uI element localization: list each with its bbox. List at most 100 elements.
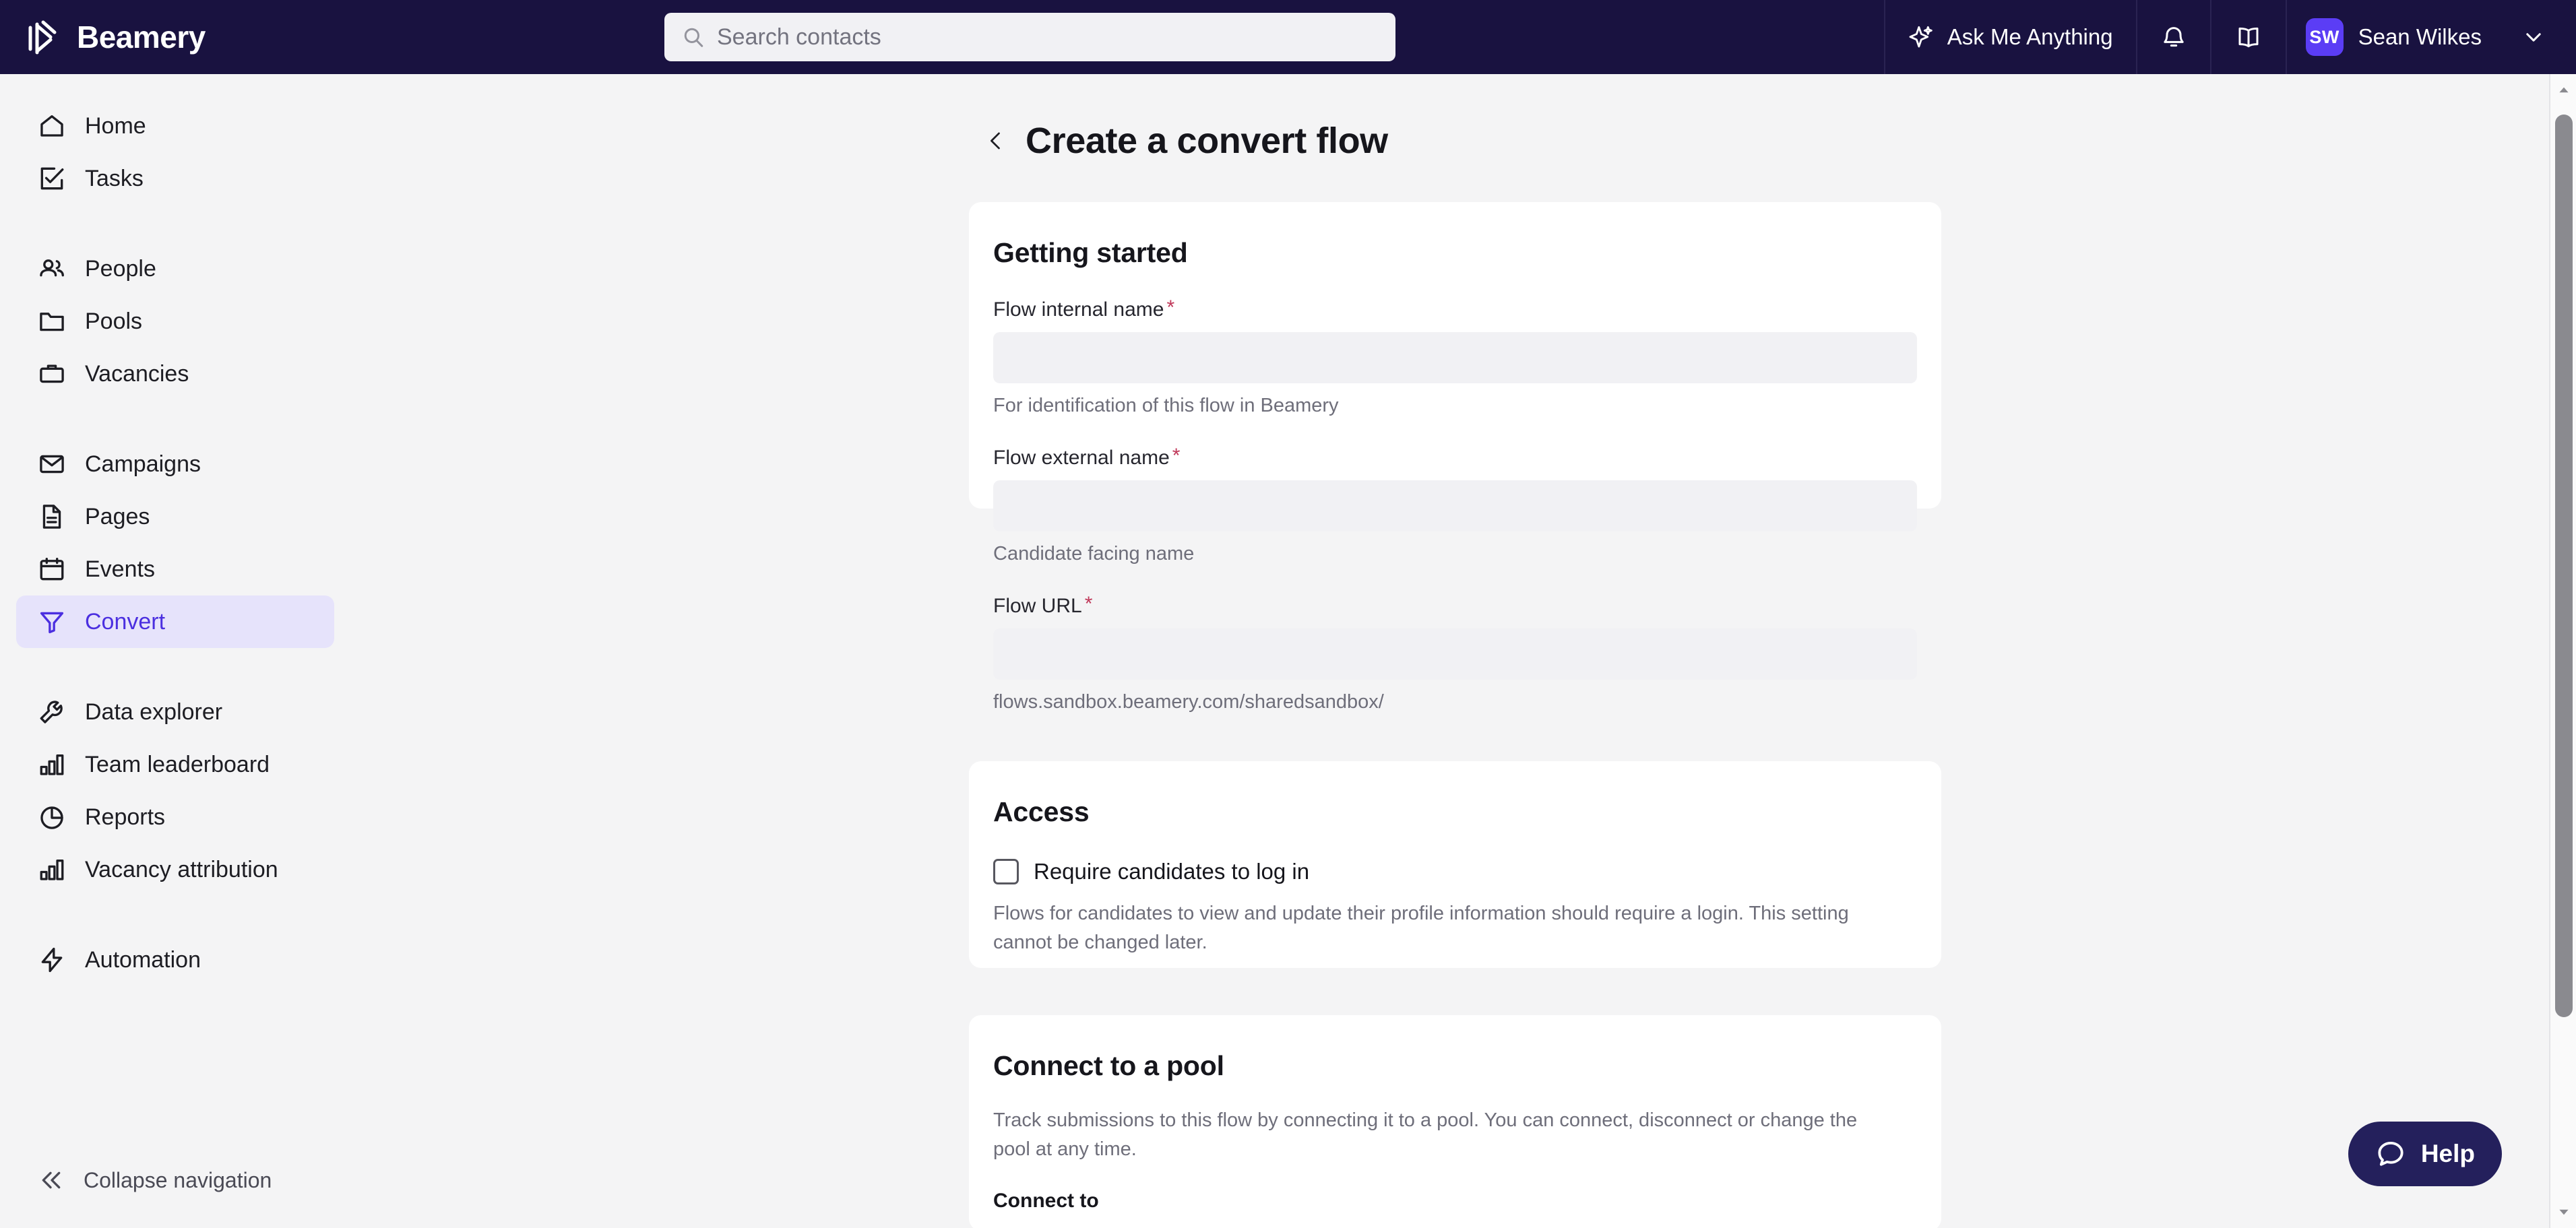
connect-to-pool-card: Connect to a pool Track submissions to t… [969,1015,1941,1228]
flow-external-name-input[interactable] [993,480,1917,531]
top-navigation-bar: Beamery Ask Me Anything [0,0,2576,74]
sidebar-item-label: Pools [85,308,143,334]
topbar-actions: Ask Me Anything SW Sean Wilkes [1883,0,2576,74]
sidebar-divider [0,400,350,438]
card-title-access: Access [993,796,1090,827]
collapse-navigation-label: Collapse navigation [84,1167,272,1192]
pie-chart-icon [38,803,66,831]
sidebar-divider [0,648,350,686]
sidebar-item-label: Data explorer [85,699,223,725]
book-icon [2234,24,2263,51]
field-flow-url: Flow URL * flows.sandbox.beamery.com/sha… [993,593,1917,713]
triangle-down-icon[interactable] [2550,1198,2576,1225]
sidebar-item-convert[interactable]: Convert [16,595,334,648]
card-title-connect-pool: Connect to a pool [993,1050,1224,1081]
sidebar-item-data-explorer[interactable]: Data explorer [16,686,334,738]
beamery-logo-icon [24,18,62,56]
getting-started-card: Getting started Flow internal name * For… [969,202,1941,713]
sidebar-item-pools[interactable]: Pools [16,295,334,348]
scrollbar-thumb[interactable] [2555,115,2573,1017]
wrench-icon [38,698,66,726]
vertical-scrollbar[interactable] [2549,74,2576,1228]
sidebar-item-reports[interactable]: Reports [16,791,334,843]
sidebar-item-automation[interactable]: Automation [16,934,334,986]
sidebar-divider [0,205,350,243]
search-input[interactable] [717,24,1378,51]
account-menu-toggle[interactable] [2502,0,2576,74]
sidebar-item-events[interactable]: Events [16,543,334,595]
field-label: Flow internal name * [993,296,1175,321]
briefcase-icon [38,360,66,388]
required-marker: * [1084,593,1093,615]
field-help-text: flows.sandbox.beamery.com/sharedsandbox/ [993,691,1384,713]
user-name: Sean Wilkes [2358,24,2482,49]
search-bar[interactable] [664,13,1395,61]
notifications-button[interactable] [2135,0,2210,74]
sidebar-item-label: People [85,255,156,282]
access-card: Access Require candidates to log in Flow… [969,761,1941,968]
sidebar-item-pages[interactable]: Pages [16,490,334,543]
page-title: Create a convert flow [1026,121,1388,161]
connect-pool-description: Track submissions to this flow by connec… [993,1109,1858,1160]
sidebar-item-team-leaderboard[interactable]: Team leaderboard [16,738,334,791]
field-flow-external-name: Flow external name * Candidate facing na… [993,445,1917,565]
sidebar: Home Tasks People Pools Vacancies Campai… [0,74,350,1228]
task-check-icon [38,164,66,193]
sidebar-item-home[interactable]: Home [16,100,334,152]
required-marker: * [1166,296,1175,319]
lightning-icon [38,946,66,974]
sidebar-item-tasks[interactable]: Tasks [16,152,334,205]
sidebar-item-label: Team leaderboard [85,751,270,777]
sidebar-item-label: Campaigns [85,451,201,477]
ask-me-anything-label: Ask Me Anything [1947,24,2113,49]
field-label: Flow URL * [993,593,1093,618]
required-marker: * [1172,445,1181,467]
chevron-left-icon[interactable] [984,126,1008,156]
collapse-navigation-button[interactable]: Collapse navigation [16,1157,272,1204]
user-account-button[interactable]: SW Sean Wilkes [2285,0,2502,74]
sidebar-item-label: Events [85,556,155,582]
ask-me-anything-button[interactable]: Ask Me Anything [1883,0,2136,74]
sidebar-item-label: Vacancies [85,360,189,387]
flow-internal-name-input[interactable] [993,332,1917,383]
chat-bubble-icon [2375,1138,2406,1169]
field-help-text: For identification of this flow in Beame… [993,395,1339,416]
bar-chart-icon [38,855,66,884]
calendar-icon [38,555,66,583]
sidebar-item-label: Pages [85,503,150,529]
sidebar-item-label: Tasks [85,165,144,191]
require-login-row[interactable]: Require candidates to log in [993,859,1917,884]
sparkle-icon [1908,24,1935,51]
sidebar-item-people[interactable]: People [16,243,334,295]
field-flow-internal-name: Flow internal name * For identification … [993,298,1917,417]
bell-icon [2160,23,2187,51]
sidebar-item-vacancies[interactable]: Vacancies [16,348,334,400]
connect-to-label: Connect to [993,1189,1099,1212]
main-content: Create a convert flow Getting started Fl… [350,74,2563,1228]
sidebar-divider [0,896,350,934]
bar-chart-icon [38,750,66,779]
card-title-getting-started: Getting started [993,237,1188,268]
sidebar-item-vacancy-attribution[interactable]: Vacancy attribution [16,843,334,896]
require-login-checkbox[interactable] [993,859,1019,884]
sidebar-item-label: Home [85,112,146,139]
flow-url-input[interactable] [993,628,1917,680]
brand-name: Beamery [77,20,206,55]
help-button[interactable]: Help [2348,1122,2502,1186]
sidebar-item-label: Convert [85,608,166,635]
field-help-text: Candidate facing name [993,543,1195,564]
knowledge-base-button[interactable] [2209,0,2286,74]
avatar: SW [2305,18,2344,56]
search-icon [682,26,705,49]
field-label: Flow external name * [993,445,1181,470]
sidebar-item-label: Reports [85,804,166,830]
brand-logo-link[interactable]: Beamery [24,18,206,56]
sidebar-item-campaigns[interactable]: Campaigns [16,438,334,490]
folder-icon [38,307,66,335]
funnel-icon [38,608,66,636]
triangle-up-icon[interactable] [2550,77,2576,104]
chevron-down-icon [2522,26,2545,49]
require-login-label: Require candidates to log in [1034,859,1310,884]
people-icon [38,255,66,283]
double-chevron-left-icon [38,1167,65,1194]
